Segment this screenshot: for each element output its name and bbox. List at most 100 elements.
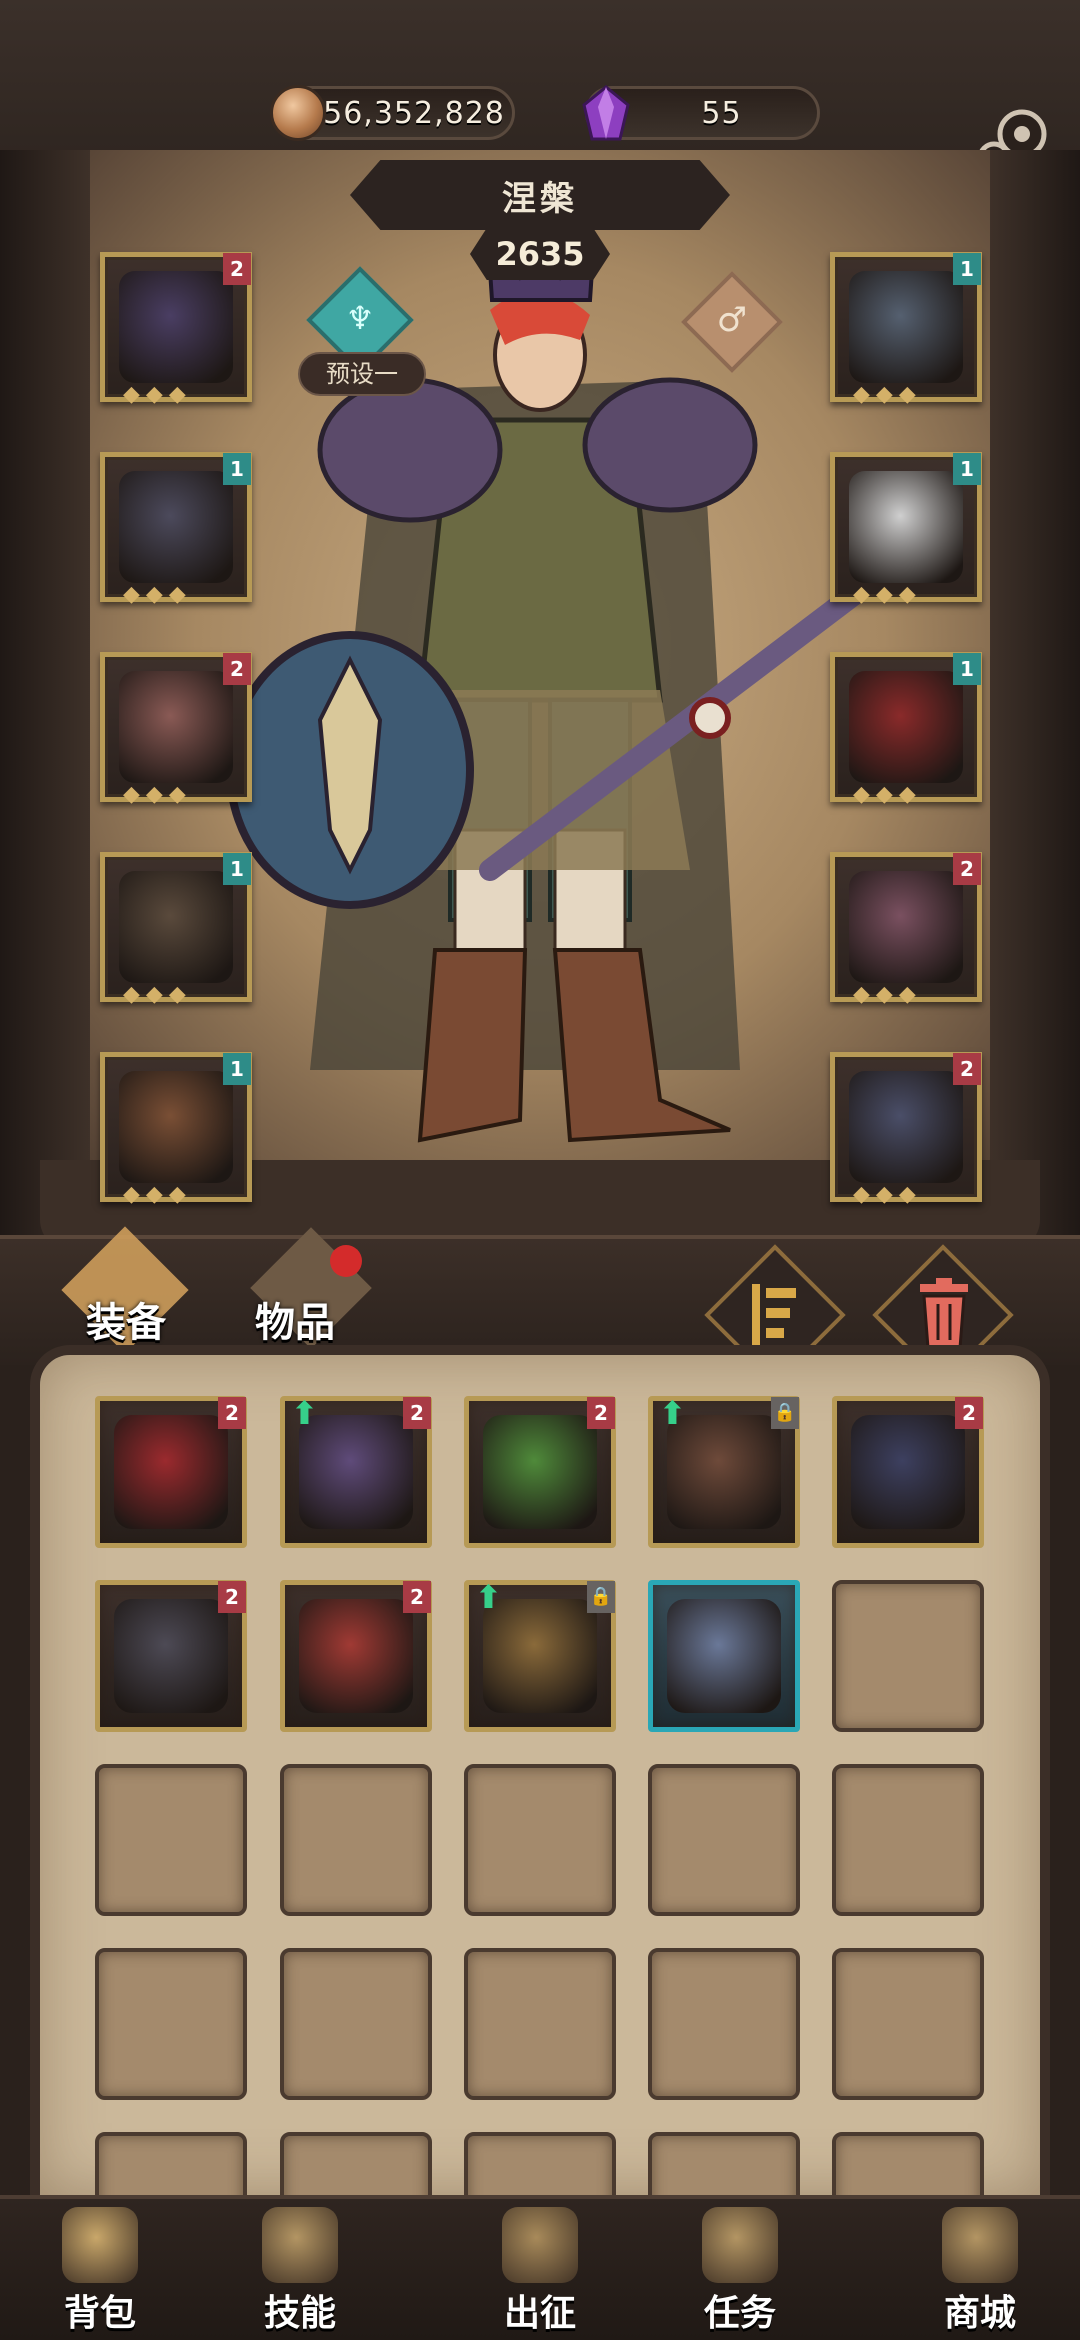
shop-icon bbox=[942, 2207, 1018, 2283]
inventory-slot[interactable] bbox=[464, 1764, 616, 1916]
tier-badge: 2 bbox=[953, 853, 981, 885]
inventory-slot[interactable] bbox=[832, 1948, 984, 2100]
belt-skirt-icon bbox=[114, 1599, 228, 1713]
equip-slot-left[interactable]: 1 ◆◆◆ bbox=[100, 1052, 252, 1207]
tier-badge: 2 bbox=[955, 1397, 983, 1429]
hood-icon bbox=[667, 1415, 781, 1529]
tier-badge: 2 bbox=[403, 1397, 431, 1429]
nav-skill-book[interactable]: 技能 bbox=[220, 2195, 380, 2340]
inventory-slot[interactable] bbox=[832, 1580, 984, 1732]
tier-badge: 2 bbox=[223, 253, 251, 285]
equip-slot-left[interactable]: 1 ◆◆◆ bbox=[100, 852, 252, 1007]
armor-icon bbox=[119, 471, 233, 583]
red-boots-icon bbox=[299, 1599, 413, 1713]
sort-icon bbox=[752, 1284, 796, 1346]
nav-backpack[interactable]: 背包 bbox=[20, 2195, 180, 2340]
tier-badge: 2 bbox=[218, 1581, 246, 1613]
tier-badge: 2 bbox=[223, 653, 251, 685]
gem-icon bbox=[582, 85, 630, 141]
inventory-slot[interactable] bbox=[648, 1580, 800, 1732]
inventory-slot[interactable]: 2 ⬆ bbox=[280, 1394, 432, 1548]
feather-cape-icon bbox=[849, 471, 963, 583]
equip-slot-right[interactable]: 2 ◆◆◆ bbox=[830, 1052, 982, 1207]
tier-badge: 1 bbox=[953, 453, 981, 485]
gem-counter[interactable]: 55 bbox=[582, 85, 820, 141]
socket-gems: ◆◆◆ bbox=[853, 782, 922, 807]
inventory-slot[interactable] bbox=[280, 1764, 432, 1916]
right-pillar bbox=[990, 150, 1080, 1250]
spear-icon bbox=[483, 1599, 597, 1713]
crown-icon bbox=[119, 271, 233, 383]
equip-slot-left[interactable]: 2 ◆◆◆ bbox=[100, 652, 252, 807]
inventory-slot[interactable] bbox=[464, 1948, 616, 2100]
equip-slot-right[interactable]: 2 ◆◆◆ bbox=[830, 852, 982, 1007]
tier-badge: 1 bbox=[953, 253, 981, 285]
inventory-slot[interactable]: 2 bbox=[832, 1396, 984, 1548]
hero-name: 涅槃 bbox=[502, 178, 578, 219]
nav-battle[interactable]: 出征 bbox=[460, 2195, 620, 2340]
nav-label: 商城 bbox=[943, 2293, 1016, 2334]
inventory-slot[interactable] bbox=[95, 1948, 247, 2100]
notification-dot bbox=[330, 1245, 362, 1277]
inventory-slot[interactable]: 2 bbox=[464, 1396, 616, 1548]
inventory-slot[interactable]: 2 bbox=[280, 1580, 432, 1732]
hero-portrait[interactable] bbox=[220, 270, 860, 1250]
pants-icon bbox=[119, 871, 233, 983]
battle-icon bbox=[502, 2207, 578, 2283]
preset-label[interactable]: 预设一 bbox=[298, 352, 426, 396]
spiked-club-icon bbox=[849, 871, 963, 983]
tier-badge: 2 bbox=[403, 1581, 431, 1613]
upgrade-arrow-icon: ⬆ bbox=[659, 1394, 686, 1432]
socket-gems: ◆◆◆ bbox=[123, 582, 192, 607]
gauntlet-icon bbox=[119, 671, 233, 783]
inventory-slot[interactable]: 🔒 ⬆ bbox=[648, 1394, 800, 1548]
equip-slot-right[interactable]: 1 ◆◆◆ bbox=[830, 652, 982, 807]
inventory-slot[interactable]: 🔒 ⬆ bbox=[464, 1579, 616, 1732]
green-pendant-icon bbox=[483, 1415, 597, 1529]
gold-counter[interactable]: 56,352,828 bbox=[270, 85, 515, 141]
hero-power: 2635 bbox=[470, 228, 610, 280]
red-helm-icon bbox=[849, 671, 963, 783]
tier-badge: 1 bbox=[223, 853, 251, 885]
equip-slot-right[interactable]: 1 ◆◆◆ bbox=[830, 252, 982, 407]
boots-icon bbox=[119, 1071, 233, 1183]
tier-badge: 🔒 bbox=[587, 1581, 615, 1613]
inventory-slot[interactable] bbox=[648, 1948, 800, 2100]
nav-shop[interactable]: 商城 bbox=[900, 2195, 1060, 2340]
equip-slot-left[interactable]: 1 ◆◆◆ bbox=[100, 452, 252, 607]
inventory-slot[interactable]: 2 bbox=[95, 1580, 247, 1732]
left-pillar bbox=[0, 150, 90, 1250]
shield-icon bbox=[849, 1071, 963, 1183]
backpack-icon bbox=[62, 2207, 138, 2283]
socket-gems: ◆◆◆ bbox=[853, 582, 922, 607]
preset-emblem-icon: ♆ bbox=[345, 299, 375, 337]
winged-pants-icon bbox=[667, 1599, 781, 1713]
nav-label: 背包 bbox=[63, 2293, 136, 2334]
amulet-icon bbox=[849, 271, 963, 383]
socket-gems: ◆◆◆ bbox=[853, 382, 922, 407]
socket-gems: ◆◆◆ bbox=[123, 1182, 192, 1207]
nav-quest-scroll[interactable]: 任务 bbox=[660, 2195, 820, 2340]
red-helmet-icon bbox=[114, 1415, 228, 1529]
tab-equipment[interactable]: 装备 bbox=[86, 1290, 166, 1348]
equip-slot-right[interactable]: 1 ◆◆◆ bbox=[830, 452, 982, 607]
equip-slot-left[interactable]: 2 ◆◆◆ bbox=[100, 252, 252, 407]
top-bar bbox=[0, 0, 1080, 170]
gold-coin-icon bbox=[270, 85, 326, 141]
inventory-slot[interactable] bbox=[832, 1764, 984, 1916]
inventory-slot[interactable]: 2 bbox=[95, 1396, 247, 1548]
trash-icon bbox=[920, 1278, 968, 1350]
nav-label: 出征 bbox=[503, 2293, 576, 2334]
socket-gems: ◆◆◆ bbox=[853, 1182, 922, 1207]
hero-name-banner: 涅槃 bbox=[350, 160, 730, 230]
tab-items[interactable]: 物品 bbox=[255, 1290, 335, 1348]
inventory-slot[interactable] bbox=[95, 1764, 247, 1916]
upgrade-arrow-icon: ⬆ bbox=[291, 1394, 318, 1432]
inventory-slot[interactable] bbox=[280, 1948, 432, 2100]
socket-gems: ◆◆◆ bbox=[123, 982, 192, 1007]
inventory-slot[interactable] bbox=[648, 1764, 800, 1916]
tier-badge: 1 bbox=[953, 653, 981, 685]
tier-badge: 1 bbox=[223, 1053, 251, 1085]
quest-scroll-icon bbox=[702, 2207, 778, 2283]
socket-gems: ◆◆◆ bbox=[123, 782, 192, 807]
